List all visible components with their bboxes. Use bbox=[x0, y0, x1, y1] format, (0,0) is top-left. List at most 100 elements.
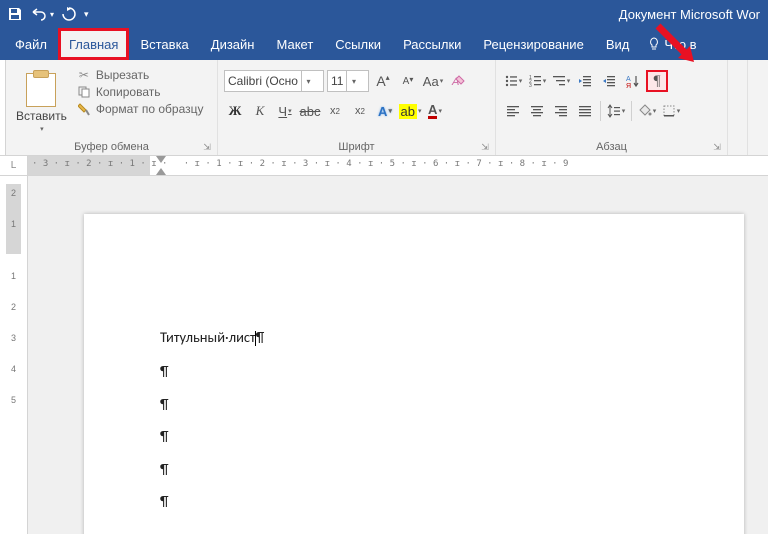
tab-review[interactable]: Рецензирование bbox=[472, 28, 594, 60]
bullets-button[interactable]: ▾ bbox=[502, 70, 524, 92]
text-line[interactable]: ¶ bbox=[160, 462, 264, 477]
group-font: Calibri (Осно ▾ 11 ▾ A▴ A▾ Aa▾ A Ж К Ч▾ … bbox=[218, 60, 496, 155]
redo-icon[interactable] bbox=[62, 7, 76, 21]
paintbrush-icon bbox=[77, 102, 91, 116]
chevron-down-icon: ▾ bbox=[40, 125, 44, 133]
align-left-button[interactable] bbox=[502, 100, 524, 122]
ribbon-tabs: Файл Главная Вставка Дизайн Макет Ссылки… bbox=[0, 28, 768, 60]
page[interactable]: Титульный·лист¶ ¶ ¶ ¶ ¶ ¶ bbox=[84, 214, 744, 534]
pilcrow-icon: ¶ bbox=[160, 362, 169, 380]
clipboard-icon bbox=[26, 73, 56, 107]
tab-mailings[interactable]: Рассылки bbox=[392, 28, 472, 60]
justify-button[interactable] bbox=[574, 100, 596, 122]
numbering-button[interactable]: 123▾ bbox=[526, 70, 548, 92]
group-font-label: Шрифт ⇲ bbox=[224, 141, 489, 155]
group-paragraph: ▾ 123▾ ▾ АЯ ¶ bbox=[496, 60, 728, 155]
font-size-value: 11 bbox=[328, 74, 346, 88]
subscript-button[interactable]: x2 bbox=[324, 100, 346, 122]
paste-button[interactable]: Вставить ▾ bbox=[12, 64, 71, 141]
pilcrow-icon: ¶ bbox=[160, 427, 169, 445]
ruler-scale: · 3 · ɪ · 2 · ɪ · 1 · ɪ · · ɪ · 1 · ɪ · … bbox=[28, 159, 568, 169]
pilcrow-icon: ¶ bbox=[160, 395, 169, 413]
highlight-button[interactable]: ab▾ bbox=[399, 100, 421, 122]
cut-button[interactable]: ✂ Вырезать bbox=[77, 68, 204, 82]
document-title: Документ Microsoft Wor bbox=[619, 7, 760, 22]
svg-text:3: 3 bbox=[529, 83, 532, 88]
italic-button[interactable]: К bbox=[249, 100, 271, 122]
copy-icon bbox=[77, 85, 91, 99]
ribbon: Вставить ▾ ✂ Вырезать Копировать bbox=[0, 60, 768, 156]
cut-label: Вырезать bbox=[96, 68, 149, 82]
title-bar: ▾ ▾ Документ Microsoft Wor bbox=[0, 0, 768, 28]
text-line[interactable]: ¶ bbox=[160, 494, 264, 509]
tab-layout[interactable]: Макет bbox=[265, 28, 324, 60]
quick-access-toolbar: ▾ ▾ bbox=[8, 7, 89, 21]
shrink-font-button[interactable]: A▾ bbox=[397, 70, 419, 92]
font-color-button[interactable]: A▾ bbox=[424, 100, 446, 122]
undo-icon[interactable]: ▾ bbox=[30, 7, 54, 21]
tab-file[interactable]: Файл bbox=[4, 28, 58, 60]
hanging-indent-marker[interactable] bbox=[156, 168, 166, 175]
strikethrough-button[interactable]: abc bbox=[299, 100, 321, 122]
superscript-button[interactable]: x2 bbox=[349, 100, 371, 122]
group-clipboard: Вставить ▾ ✂ Вырезать Копировать bbox=[6, 60, 218, 155]
text-line[interactable]: Титульный·лист¶ bbox=[160, 330, 264, 346]
tab-home[interactable]: Главная bbox=[58, 28, 129, 60]
pilcrow-icon: ¶ bbox=[160, 492, 169, 510]
align-center-button[interactable] bbox=[526, 100, 548, 122]
sort-button[interactable]: АЯ bbox=[622, 70, 644, 92]
tab-insert[interactable]: Вставка bbox=[129, 28, 199, 60]
tab-stop-selector[interactable]: L bbox=[0, 156, 28, 175]
page-content[interactable]: Титульный·лист¶ ¶ ¶ ¶ ¶ ¶ bbox=[160, 330, 264, 527]
show-hide-marks-button[interactable]: ¶ bbox=[646, 70, 668, 92]
format-painter-label: Формат по образцу bbox=[96, 102, 204, 116]
chevron-down-icon: ▾ bbox=[301, 71, 315, 91]
change-case-button[interactable]: Aa▾ bbox=[422, 70, 444, 92]
decrease-indent-button[interactable] bbox=[574, 70, 596, 92]
dialog-launcher-icon[interactable]: ⇲ bbox=[201, 141, 213, 153]
svg-text:Я: Я bbox=[626, 83, 631, 88]
format-painter-button[interactable]: Формат по образцу bbox=[77, 102, 204, 116]
tab-references[interactable]: Ссылки bbox=[324, 28, 392, 60]
text-line[interactable]: ¶ bbox=[160, 429, 264, 444]
bold-button[interactable]: Ж bbox=[224, 100, 246, 122]
paste-label: Вставить bbox=[16, 109, 67, 123]
lightbulb-icon bbox=[648, 37, 660, 51]
align-right-button[interactable] bbox=[550, 100, 572, 122]
chevron-down-icon: ▾ bbox=[346, 71, 360, 91]
dialog-launcher-icon[interactable]: ⇲ bbox=[711, 141, 723, 153]
tell-me-search[interactable]: Что в bbox=[640, 28, 704, 60]
font-name-combo[interactable]: Calibri (Осно ▾ bbox=[224, 70, 324, 92]
pilcrow-icon: ¶ bbox=[160, 460, 169, 478]
tell-me-label: Что в bbox=[664, 37, 696, 52]
copy-button[interactable]: Копировать bbox=[77, 85, 204, 99]
svg-text:А: А bbox=[626, 76, 631, 83]
customize-qat-icon[interactable]: ▾ bbox=[84, 9, 89, 20]
text-effects-button[interactable]: A▾ bbox=[374, 100, 396, 122]
horizontal-ruler[interactable]: L · 3 · ɪ · 2 · ɪ · 1 · ɪ · · ɪ · 1 · ɪ … bbox=[0, 156, 768, 176]
group-paragraph-label: Абзац ⇲ bbox=[502, 141, 721, 155]
line-spacing-button[interactable]: ▾ bbox=[605, 100, 627, 122]
save-icon[interactable] bbox=[8, 7, 22, 21]
borders-button[interactable]: ▾ bbox=[660, 100, 682, 122]
dialog-launcher-icon[interactable]: ⇲ bbox=[479, 141, 491, 153]
text-line[interactable]: ¶ bbox=[160, 397, 264, 412]
shading-button[interactable]: ▾ bbox=[636, 100, 658, 122]
vertical-ruler[interactable]: 21 12345 bbox=[0, 176, 28, 534]
tab-design[interactable]: Дизайн bbox=[200, 28, 266, 60]
pilcrow-icon: ¶ bbox=[256, 328, 265, 346]
clear-formatting-button[interactable]: A bbox=[447, 70, 469, 92]
increase-indent-button[interactable] bbox=[598, 70, 620, 92]
copy-label: Копировать bbox=[96, 85, 161, 99]
text-line[interactable]: ¶ bbox=[160, 364, 264, 379]
group-clipboard-label: Буфер обмена ⇲ bbox=[12, 141, 211, 155]
tab-view[interactable]: Вид bbox=[595, 28, 641, 60]
first-line-indent-marker[interactable] bbox=[156, 156, 166, 163]
document-area[interactable]: Титульный·лист¶ ¶ ¶ ¶ ¶ ¶ bbox=[28, 176, 768, 534]
underline-button[interactable]: Ч▾ bbox=[274, 100, 296, 122]
multilevel-list-button[interactable]: ▾ bbox=[550, 70, 572, 92]
grow-font-button[interactable]: A▴ bbox=[372, 70, 394, 92]
font-size-combo[interactable]: 11 ▾ bbox=[327, 70, 369, 92]
scissors-icon: ✂ bbox=[77, 68, 91, 82]
workspace: 21 12345 Титульный·лист¶ ¶ ¶ ¶ ¶ ¶ bbox=[0, 176, 768, 534]
